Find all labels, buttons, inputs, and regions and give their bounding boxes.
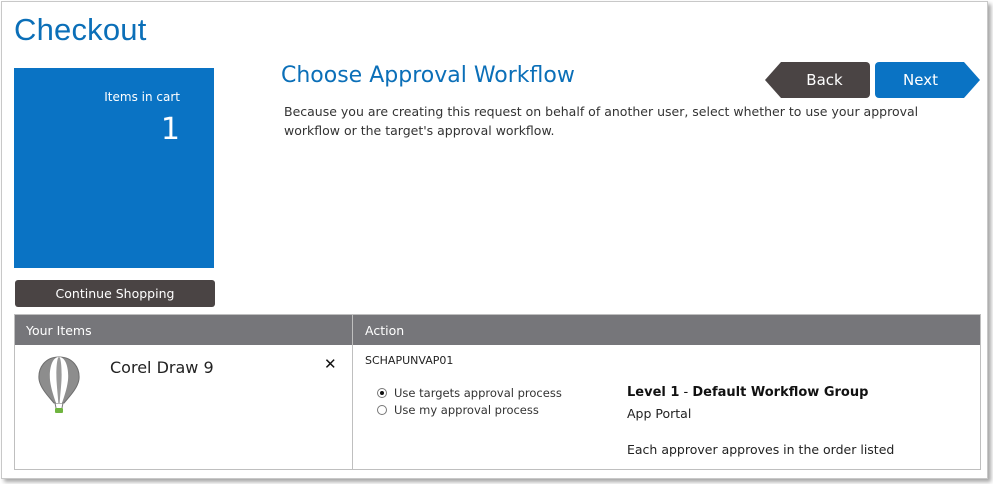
section-description: Because you are creating this request on… xyxy=(284,104,919,138)
option-use-my-approval[interactable]: Use my approval process xyxy=(377,403,539,417)
cart-items-count: 1 xyxy=(160,112,180,147)
workflow-separator: - xyxy=(679,385,693,400)
header-action: Action xyxy=(365,322,405,338)
remove-item-button[interactable]: ✕ xyxy=(324,355,337,373)
radio-use-targets-approval[interactable] xyxy=(377,388,387,398)
column-divider xyxy=(352,315,353,469)
cart-items-label: Items in cart xyxy=(104,90,180,104)
workflow-group-name: Default Workflow Group xyxy=(692,385,869,400)
option-use-targets-approval[interactable]: Use targets approval process xyxy=(377,386,562,400)
cart-summary-tile: Items in cart 1 xyxy=(14,68,214,268)
workflow-level: Level 1 - Default Workflow Group xyxy=(627,385,868,400)
target-user-id: SCHAPUNVAP01 xyxy=(365,354,454,367)
item-name: Corel Draw 9 xyxy=(110,358,214,377)
grid-header: Your Items Action xyxy=(15,315,980,345)
page-title: Checkout xyxy=(14,12,147,47)
cart-items-grid: Your Items Action Corel Draw 9 ✕ SCHAPUN… xyxy=(14,314,981,470)
hot-air-balloon-icon xyxy=(37,355,81,419)
back-button[interactable]: Back xyxy=(765,62,870,98)
continue-shopping-button[interactable]: Continue Shopping xyxy=(15,280,215,307)
approver-order-note: Each approver approves in the order list… xyxy=(627,442,895,457)
section-title: Choose Approval Workflow xyxy=(281,63,575,88)
next-button[interactable]: Next xyxy=(875,62,980,98)
header-your-items: Your Items xyxy=(26,322,92,338)
checkout-window: Checkout Items in cart 1 Continue Shoppi… xyxy=(1,1,988,479)
workflow-portal: App Portal xyxy=(627,406,692,421)
option-label: Use targets approval process xyxy=(394,386,562,400)
option-label: Use my approval process xyxy=(394,403,539,417)
radio-use-my-approval[interactable] xyxy=(377,405,387,415)
workflow-level-label: Level 1 xyxy=(627,385,680,400)
